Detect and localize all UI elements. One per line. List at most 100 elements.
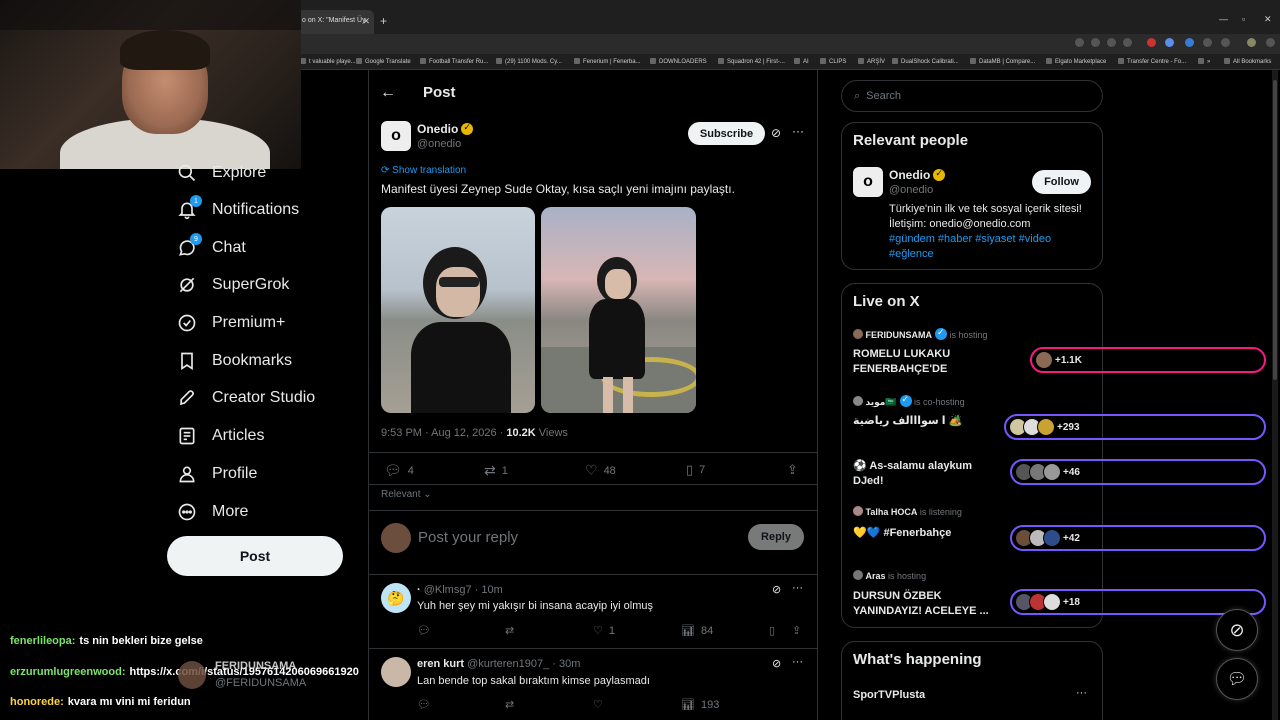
space-host[interactable]: Aras is hosting	[853, 570, 926, 581]
all-bookmarks[interactable]: All Bookmarks	[1224, 58, 1271, 65]
nav-item-creator-studio[interactable]: Creator Studio	[176, 382, 315, 414]
author-name[interactable]: Onedio	[417, 122, 474, 136]
author-handle[interactable]: @onedio	[417, 138, 461, 150]
space-title[interactable]: ROMELU LUKAKU FENERBAHÇE'DE	[853, 347, 1013, 377]
person-avatar[interactable]: o	[853, 167, 883, 197]
bookmark-item[interactable]: t valuable playe...	[300, 58, 356, 65]
bookmark-item[interactable]: (29) 1100 Mods. Cy...	[496, 58, 562, 65]
repost-action[interactable]: ⇄	[505, 624, 514, 637]
space-title[interactable]: ⚽ As-salamu alaykum DJed!	[853, 459, 1003, 489]
tweet-timestamp[interactable]: 9:53 PM · Aug 12, 2026 ·	[381, 427, 506, 439]
extension-icon[interactable]	[1203, 38, 1212, 47]
grok-icon[interactable]: ⊘	[772, 583, 781, 596]
views-action[interactable]: 📊︎ 84	[681, 624, 713, 638]
grok-fab[interactable]: ⊘	[1216, 609, 1258, 651]
more-options-icon[interactable]: ···	[1076, 687, 1087, 699]
space-title[interactable]: ا سوااالف رياضية 🏕️	[853, 414, 962, 427]
translate-icon[interactable]	[1075, 38, 1084, 47]
sort-dropdown[interactable]: Relevant ⌄	[381, 489, 432, 500]
bookmark-item[interactable]: ARŞİV	[858, 58, 885, 65]
nav-item-premium[interactable]: Premium+	[176, 307, 285, 339]
nav-item-explore[interactable]: Explore	[176, 157, 266, 189]
share-action[interactable]: ⇪	[792, 624, 801, 637]
more-options-icon[interactable]: ···	[792, 582, 803, 594]
space-title[interactable]: 💛💙 #Fenerbahçe	[853, 526, 951, 539]
profile-avatar[interactable]	[1247, 38, 1256, 47]
repost-action[interactable]: ⇄	[505, 698, 514, 711]
bookmark-item[interactable]: Transfer Centre - Fo...	[1118, 58, 1186, 65]
nav-item-supergrok[interactable]: SuperGrok	[176, 269, 289, 301]
follow-button[interactable]: Follow	[1032, 170, 1091, 194]
bookmark-item[interactable]: Elgato Marketplace	[1046, 58, 1106, 65]
grok-icon[interactable]: ⊘	[771, 126, 781, 140]
bookmark-item[interactable]: Fenerium | Fenerba...	[574, 58, 641, 65]
like-action[interactable]: ♡ 48	[585, 462, 616, 479]
reply-avatar[interactable]	[381, 657, 411, 687]
maximize-icon[interactable]: ▫	[1242, 14, 1245, 24]
search-input[interactable]: ⌕ Search	[841, 80, 1103, 112]
space-host[interactable]: مويد🇸🇦 is co-hosting	[853, 394, 965, 408]
back-arrow-icon[interactable]: ←	[380, 84, 396, 102]
nav-item-profile[interactable]: Profile	[176, 458, 257, 490]
post-button[interactable]: Post	[167, 536, 343, 576]
bookmark-action[interactable]: ▯	[769, 624, 775, 637]
star-icon[interactable]	[1123, 38, 1132, 47]
bookmark-overflow-icon[interactable]: »	[1198, 58, 1210, 65]
show-translation-link[interactable]: ⟳ Show translation	[381, 165, 466, 176]
grok-icon[interactable]: ⊘	[772, 657, 781, 670]
extension-icon[interactable]	[1165, 38, 1174, 47]
extension-icon[interactable]	[1147, 38, 1156, 47]
messages-fab[interactable]: 💬︎	[1216, 658, 1258, 700]
bookmark-item[interactable]: Football Transfer Ru...	[420, 58, 488, 65]
nav-item-bookmarks[interactable]: Bookmarks	[176, 345, 292, 377]
reply-button[interactable]: Reply	[748, 524, 804, 550]
subscribe-button[interactable]: Subscribe	[688, 122, 765, 145]
puzzle-icon[interactable]	[1221, 38, 1230, 47]
space-title[interactable]: DURSUN ÖZBEK YANINDAYIZ! ACELEYE ...	[853, 589, 1003, 619]
nav-item-notifications[interactable]: 1 Notifications	[176, 194, 299, 226]
space-listeners-pill[interactable]: +46	[1010, 459, 1266, 485]
person-hashtags[interactable]: #gündem #haber #siyaset #video #eğlence	[889, 232, 1089, 262]
space-listeners-pill[interactable]: +42	[1010, 525, 1266, 551]
bookmark-item[interactable]: DataMB | Compare...	[970, 58, 1035, 65]
bookmark-item[interactable]: DualShock Calibrati...	[892, 58, 959, 65]
window-close-icon[interactable]: ✕	[1264, 14, 1272, 25]
space-listeners-pill[interactable]: +1.1K	[1030, 347, 1266, 373]
zoom-icon[interactable]	[1091, 38, 1100, 47]
reply-author[interactable]: eren kurt @kurteren1907_ · 30m	[417, 658, 580, 670]
share-icon[interactable]	[1107, 38, 1116, 47]
bookmark-item[interactable]: AI	[794, 58, 809, 65]
extension-icon[interactable]	[1185, 38, 1194, 47]
space-host[interactable]: Talha HOCA is listening	[853, 506, 962, 517]
more-options-icon[interactable]: ···	[792, 656, 803, 668]
close-tab-icon[interactable]: ✕	[362, 16, 370, 27]
repost-action[interactable]: ⇄ 1	[484, 462, 508, 479]
my-avatar[interactable]	[381, 523, 411, 553]
reply-author[interactable]: · @Klmsg7 · 10m	[417, 584, 503, 596]
new-tab-button[interactable]: +	[380, 14, 387, 28]
space-host[interactable]: FERIDUNSAMA is hosting	[853, 327, 988, 340]
author-avatar[interactable]: o	[381, 121, 411, 151]
menu-icon[interactable]	[1266, 38, 1275, 47]
trend-item[interactable]: SporTVPlusta	[853, 689, 925, 701]
reply-action[interactable]: 💬︎	[417, 624, 431, 637]
reply-action[interactable]: 💬︎	[417, 698, 431, 711]
nav-item-more[interactable]: More	[176, 496, 248, 528]
nav-item-articles[interactable]: Articles	[176, 420, 264, 452]
tweet-photo[interactable]	[541, 207, 696, 413]
bookmark-item[interactable]: DOWNLOADERS	[650, 58, 707, 65]
bookmark-item[interactable]: Google Translate	[356, 58, 411, 65]
reply-avatar[interactable]: 🤔	[381, 583, 411, 613]
like-action[interactable]: ♡	[593, 698, 603, 711]
person-name[interactable]: Onedio	[889, 168, 946, 182]
reply-input[interactable]: Post your reply	[418, 529, 518, 546]
bookmark-item[interactable]: CLIPS	[820, 58, 846, 65]
person-handle[interactable]: @onedio	[889, 184, 933, 196]
browser-tab[interactable]: o on X: "Manifest Üy ✕	[296, 10, 374, 34]
scrollbar-thumb[interactable]	[1273, 80, 1277, 380]
space-listeners-pill[interactable]: +293	[1004, 414, 1266, 440]
tweet-photo[interactable]	[381, 207, 535, 413]
bookmark-item[interactable]: Squadron 42 | First-...	[718, 58, 785, 65]
bookmark-action[interactable]: ▯ 7	[686, 462, 705, 478]
reply-action[interactable]: 💬︎ 4	[384, 462, 414, 479]
